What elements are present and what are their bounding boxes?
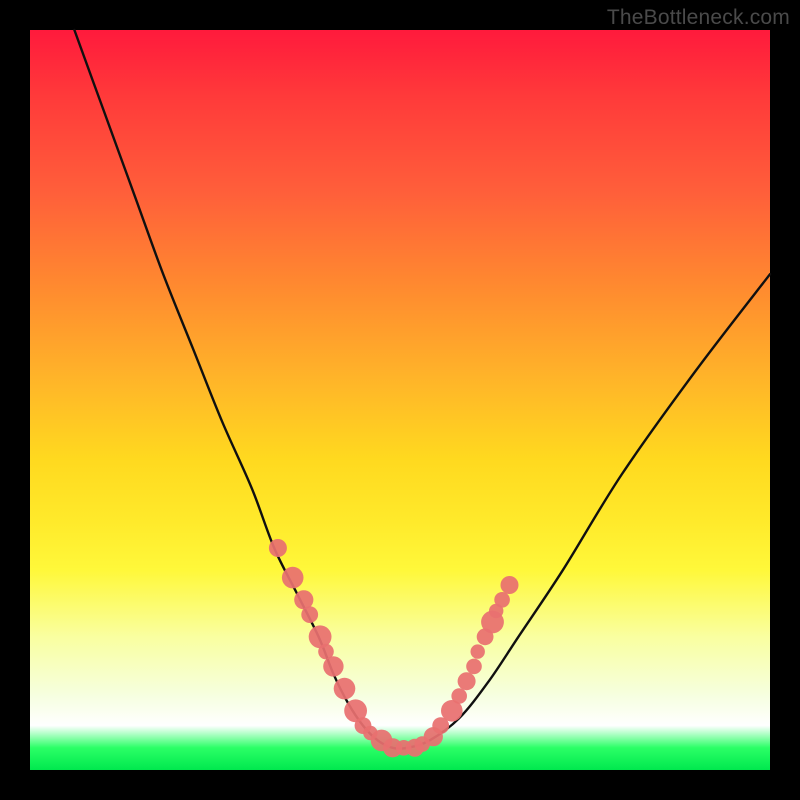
bottleneck-curve bbox=[74, 30, 770, 749]
chart-svg bbox=[30, 30, 770, 770]
data-marker bbox=[501, 576, 519, 594]
data-marker bbox=[334, 678, 356, 700]
data-marker bbox=[301, 606, 318, 623]
data-marker bbox=[323, 656, 343, 676]
data-marker bbox=[494, 592, 510, 608]
data-marker bbox=[451, 688, 467, 704]
data-marker bbox=[269, 539, 287, 557]
data-markers bbox=[269, 539, 519, 757]
data-marker bbox=[282, 567, 304, 589]
plot-area bbox=[30, 30, 770, 770]
chart-frame: TheBottleneck.com bbox=[0, 0, 800, 800]
data-marker bbox=[471, 644, 485, 658]
watermark-text: TheBottleneck.com bbox=[607, 6, 790, 30]
data-marker bbox=[458, 672, 476, 690]
data-marker bbox=[466, 659, 482, 675]
